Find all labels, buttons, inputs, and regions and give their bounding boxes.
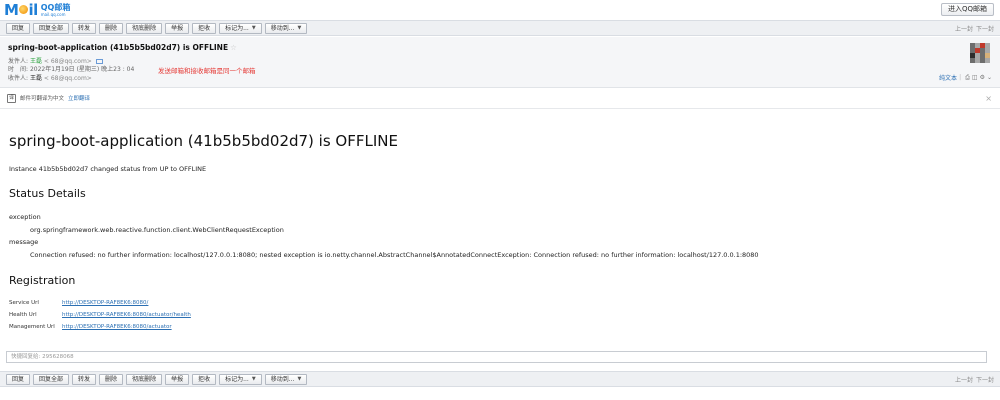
message-title: spring-boot-application (41b5b5bd02d7) i… (9, 132, 398, 150)
translate-now-link[interactable]: 立即翻译 (68, 94, 90, 102)
top-toolbar: 回复 回复全部 转发 删除 彻底删除 举报 拒收 标记为... ▼ 移动到... ▼… (0, 20, 1000, 36)
print-icon[interactable]: ⎙ (965, 74, 970, 82)
logo-mail-wordmark: Mil (4, 1, 38, 19)
reply-button[interactable]: 回复 (6, 373, 31, 385)
pager: 上一封 下一封 (952, 375, 994, 384)
mark-as-dropdown[interactable]: 标记为... ▼ (219, 22, 262, 34)
translate-bar: 译 邮件可翻译为中文 立即翻译 × (0, 88, 1000, 109)
management-url-label: Management Url (9, 324, 55, 330)
to-label: 收件人: (8, 75, 29, 82)
report-button[interactable]: 举报 (165, 373, 190, 385)
top-bar: Mil QQ邮箱 mail.qq.com 进入QQ邮箱 (0, 0, 1000, 20)
registration-heading: Registration (9, 274, 76, 287)
prev-mail-link[interactable]: 上一封 (955, 26, 973, 33)
reply-all-button[interactable]: 回复全部 (33, 22, 70, 34)
reply-all-button[interactable]: 回复全部 (33, 373, 70, 385)
prev-mail-link[interactable]: 上一封 (955, 377, 973, 384)
move-to-dropdown[interactable]: 移动到... ▼ (264, 22, 308, 34)
exception-label: exception (9, 213, 41, 221)
next-mail-link[interactable]: 下一封 (976, 26, 994, 33)
chevron-down-icon: ▼ (251, 375, 256, 382)
service-url-link[interactable]: http://DESKTOP-RAF8EK6:8080/ (62, 300, 148, 306)
forward-button[interactable]: 转发 (72, 22, 97, 34)
reject-button[interactable]: 拒收 (192, 373, 217, 385)
move-to-label: 移动到... (270, 375, 295, 383)
translate-icon: 译 (7, 93, 16, 103)
next-mail-link[interactable]: 下一封 (976, 377, 994, 384)
plain-text-link[interactable]: 纯文本 (939, 73, 957, 82)
annotation-note: 发送邮箱和接收邮箱是同一个邮箱 (158, 67, 256, 75)
delete-permanently-button[interactable]: 彻底删除 (126, 373, 163, 385)
close-icon[interactable]: × (985, 94, 992, 103)
reply-button[interactable]: 回复 (6, 22, 31, 34)
sender-avatar[interactable] (970, 43, 990, 63)
pager: 上一封 下一封 (952, 24, 994, 33)
move-to-label: 移动到... (270, 24, 295, 32)
enter-qq-mail-button[interactable]: 进入QQ邮箱 (940, 3, 994, 16)
quick-reply-input[interactable]: 快捷回复给: 295628068 (6, 351, 987, 363)
exception-value: org.springframework.web.reactive.functio… (30, 226, 284, 234)
time-value: 2022年1月19日 (星期三) 晚上23 : 04 (29, 66, 135, 73)
health-url-link[interactable]: http://DESKTOP-RAF8EK6:8080/actuator/hea… (62, 312, 191, 318)
star-outline-icon[interactable]: ☆ (230, 43, 237, 52)
mail-header: spring-boot-application (41b5b5bd02d7) i… (0, 37, 1000, 88)
chevron-down-icon[interactable]: ⌄ (987, 74, 992, 81)
mark-as-dropdown[interactable]: 标记为... ▼ (219, 373, 262, 385)
subject-text: spring-boot-application (41b5b5bd02d7) i… (8, 43, 229, 52)
time-label: 时 间: (8, 66, 29, 73)
message-intro: Instance 41b5b5bd02d7 changed status fro… (9, 165, 207, 173)
delete-permanently-button[interactable]: 彻底删除 (126, 22, 163, 34)
report-button[interactable]: 举报 (165, 22, 190, 34)
time-row: 时 间: 2022年1月19日 (星期三) 晚上23 : 04 (8, 64, 134, 73)
message-label: message (9, 238, 39, 246)
mark-as-label: 标记为... (225, 375, 249, 383)
translate-text: 邮件可翻译为中文 (20, 96, 65, 102)
to-address: < 68@qq.com> (43, 75, 92, 82)
forward-button[interactable]: 转发 (72, 373, 97, 385)
mail-subject: spring-boot-application (41b5b5bd02d7) i… (8, 43, 237, 52)
window-icon[interactable]: ◫ (972, 74, 978, 81)
status-details-heading: Status Details (9, 187, 86, 200)
management-url-link[interactable]: http://DESKTOP-RAF8EK6:8080/actuator (62, 324, 172, 330)
reject-button[interactable]: 拒收 (192, 22, 217, 34)
move-to-dropdown[interactable]: 移动到... ▼ (264, 373, 308, 385)
bottom-toolbar: 回复 回复全部 转发 删除 彻底删除 举报 拒收 标记为... ▼ 移动到... ▼… (0, 371, 1000, 387)
message-value: Connection refused: no further informati… (30, 251, 759, 259)
chevron-down-icon: ▼ (297, 24, 302, 31)
mark-as-label: 标记为... (225, 24, 249, 32)
delete-button[interactable]: 删除 (99, 373, 124, 385)
header-actions: 纯文本 | ⎙ ◫ ⚙ ⌄ (939, 73, 992, 83)
to-row: 收件人: 王磊 < 68@qq.com> (8, 73, 92, 82)
logo-domain: mail.qq.com (40, 11, 66, 17)
chevron-down-icon: ▼ (251, 24, 256, 31)
chevron-down-icon: ▼ (297, 375, 302, 382)
delete-button[interactable]: 删除 (99, 22, 124, 34)
logo-brand: QQ邮箱 (40, 2, 71, 12)
to-name[interactable]: 王磊 (30, 75, 42, 82)
settings-icon[interactable]: ⚙ (980, 74, 985, 81)
health-url-label: Health Url (9, 312, 37, 318)
qq-mail-logo[interactable]: Mil QQ邮箱 mail.qq.com (4, 1, 70, 19)
service-url-label: Service Url (9, 300, 39, 306)
